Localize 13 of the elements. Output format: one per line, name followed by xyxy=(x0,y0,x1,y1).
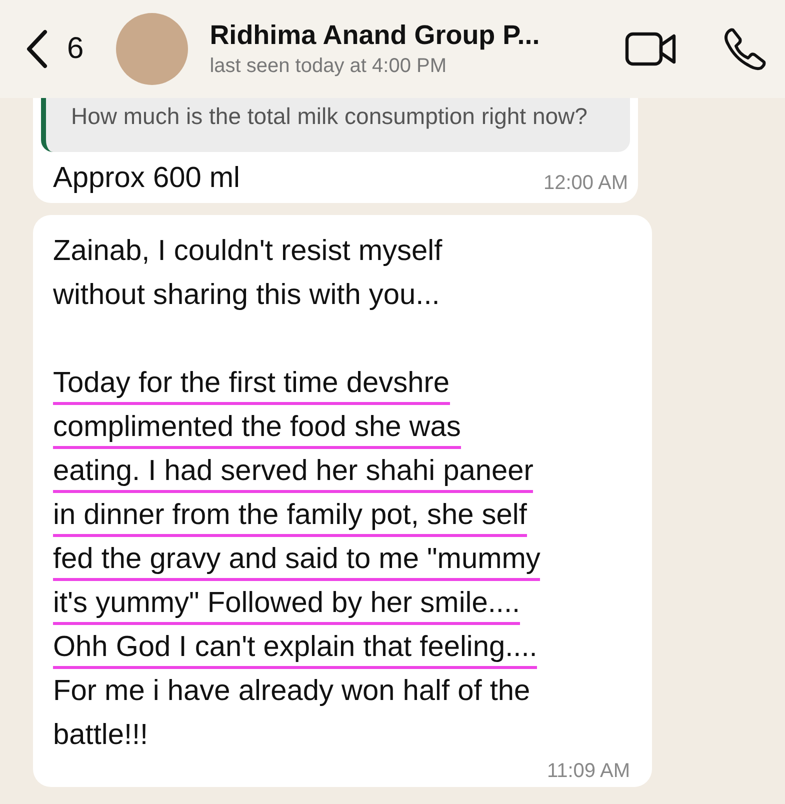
message-time: 12:00 AM xyxy=(543,172,628,195)
quoted-message[interactable]: How much is the total milk consumption right now? xyxy=(41,98,630,152)
quoted-text: How much is the total milk consumption right now? xyxy=(71,102,588,131)
back-chevron-icon xyxy=(25,29,49,69)
message-text: Today for the first time devshre complimented the food she was eating. I had served her shahi paneer in dinner from the family pot, she self fed the gravy and said to me "mummy it's yummy" Followed by her smile.... Ohh God I can't explain that feeling.... For me i have already won half of the battle!!! xyxy=(53,361,642,757)
back-button[interactable]: 6 xyxy=(25,29,84,69)
phone-call-icon[interactable] xyxy=(723,27,767,71)
last-seen-status: last seen today at 4:00 PM xyxy=(210,55,448,78)
video-call-icon[interactable] xyxy=(625,30,677,68)
message-text: Approx 600 ml xyxy=(53,162,240,195)
chat-title[interactable]: Ridhima Anand Group P... xyxy=(210,20,613,51)
message-text: Zainab, I couldn't resist myself without sharing this with you... xyxy=(53,234,444,313)
message-time: 11:09 AM xyxy=(546,760,630,783)
